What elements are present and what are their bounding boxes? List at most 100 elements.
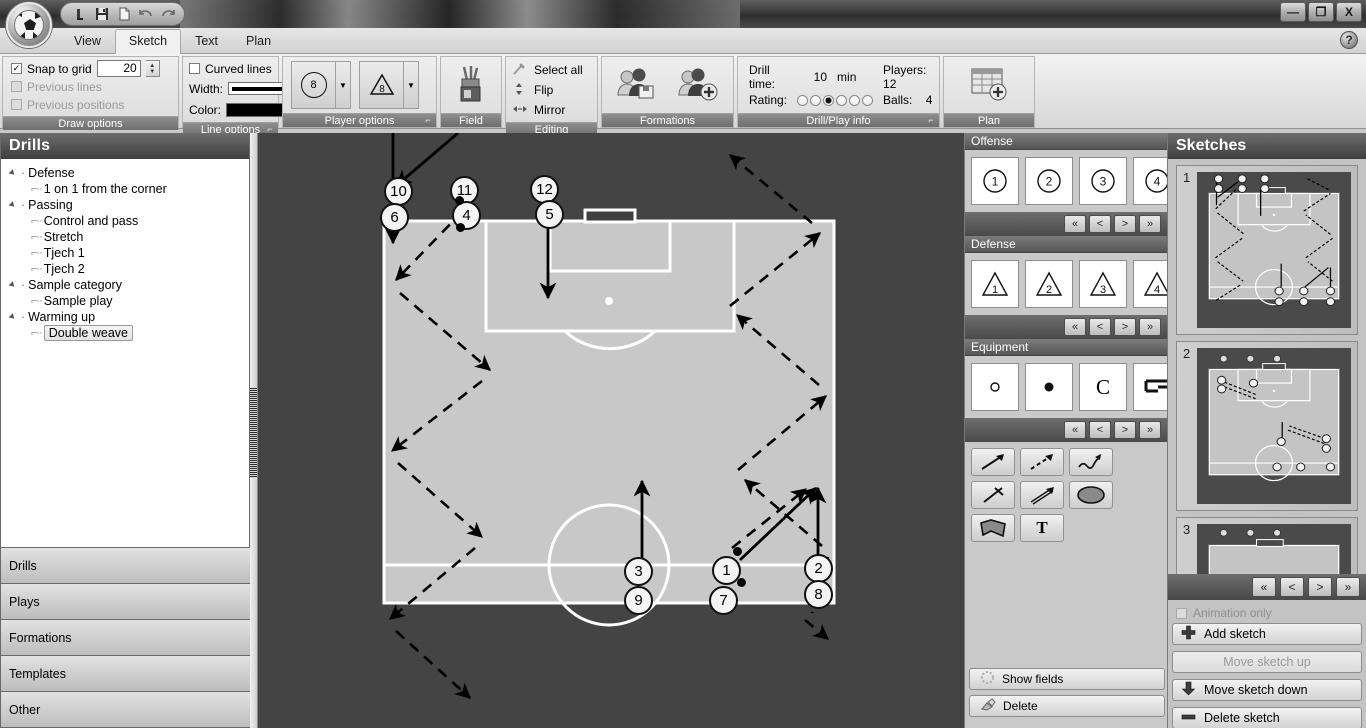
defense-tile-4[interactable]: 4 xyxy=(1133,260,1167,308)
tree-category-defense[interactable]: · Defense xyxy=(9,165,249,181)
ball-marker[interactable] xyxy=(455,196,464,205)
double-line-arrow-tool[interactable] xyxy=(1020,481,1064,509)
grid-size-spinner[interactable]: ▲ ▼ xyxy=(145,60,160,77)
rating-dot-6[interactable] xyxy=(862,94,874,106)
rating-control[interactable] xyxy=(797,94,874,106)
tab-text[interactable]: Text xyxy=(181,29,232,54)
rating-dot-1[interactable] xyxy=(797,94,809,106)
offense-tile-1[interactable]: 1 xyxy=(971,157,1019,205)
defense-player-dropdown[interactable]: ▼ xyxy=(403,61,419,109)
expander-triangle-icon[interactable] xyxy=(9,169,18,178)
player-marker-3[interactable]: 3 xyxy=(624,557,653,586)
tree-item-sample-play[interactable]: ⌐·· Sample play xyxy=(9,293,249,309)
tree-category-sample-category[interactable]: · Sample category xyxy=(9,277,249,293)
tree-item-control-and-pass[interactable]: ⌐·· Control and pass xyxy=(9,213,249,229)
equipment-next-button[interactable]: > xyxy=(1114,421,1136,439)
rating-dot-3[interactable] xyxy=(823,94,835,106)
save-icon[interactable] xyxy=(93,5,111,23)
tree-category-warming-up[interactable]: · Warming up xyxy=(9,309,249,325)
player-marker-10[interactable]: 10 xyxy=(384,177,413,206)
dashed-arrow-tool[interactable] xyxy=(1020,448,1064,476)
offense-player-button[interactable]: 8 xyxy=(291,61,335,109)
sketches-next-button[interactable]: > xyxy=(1308,577,1332,597)
close-button[interactable]: X xyxy=(1336,2,1362,22)
defense-next-button[interactable]: > xyxy=(1114,318,1136,336)
player-options-dialog-launcher[interactable]: ⌐ xyxy=(423,115,433,125)
sketch-canvas[interactable]: 10 6 11 4 12 5 3 9 1 7 2 8 xyxy=(250,133,964,728)
restore-button[interactable]: ❐ xyxy=(1308,2,1334,22)
previous-positions-checkbox[interactable] xyxy=(11,99,22,110)
animation-only-row[interactable]: Animation only xyxy=(1172,603,1362,623)
defense-prev-button[interactable]: < xyxy=(1089,318,1111,336)
show-fields-button[interactable]: Show fields xyxy=(969,668,1165,690)
add-plan-icon[interactable] xyxy=(967,64,1011,107)
bent-line-tool[interactable] xyxy=(971,481,1015,509)
straight-arrow-tool[interactable] xyxy=(971,448,1015,476)
equipment-prev-button[interactable]: < xyxy=(1089,421,1111,439)
player-marker-7[interactable]: 7 xyxy=(709,586,738,615)
grid-size-input[interactable]: 20 xyxy=(96,60,141,77)
select-all-item[interactable]: Select all xyxy=(512,60,583,79)
delete-sketch-button[interactable]: Delete sketch xyxy=(1172,707,1362,728)
open-icon[interactable] xyxy=(71,5,89,23)
equipment-first-button[interactable]: « xyxy=(1064,421,1086,439)
field-brush-icon[interactable] xyxy=(454,64,488,107)
rating-dot-2[interactable] xyxy=(810,94,822,106)
defense-tile-1[interactable]: 1 xyxy=(971,260,1019,308)
expander-triangle-icon[interactable] xyxy=(9,201,18,210)
delete-button[interactable]: Delete xyxy=(969,695,1165,717)
curved-lines-checkbox[interactable] xyxy=(189,63,200,74)
sketch-item-2[interactable]: 2 xyxy=(1176,341,1358,511)
app-menu-orb[interactable] xyxy=(6,2,52,48)
player-marker-2[interactable]: 2 xyxy=(804,554,833,583)
help-icon[interactable]: ? xyxy=(1340,31,1358,49)
drill-info-dialog-launcher[interactable]: ⌐ xyxy=(926,115,936,125)
tree-item-stretch[interactable]: ⌐·· Stretch xyxy=(9,229,249,245)
player-marker-8[interactable]: 8 xyxy=(804,580,833,609)
animation-only-checkbox[interactable] xyxy=(1176,607,1187,619)
accordion-drills[interactable]: Drills xyxy=(1,547,251,583)
flip-item[interactable]: Flip xyxy=(512,80,553,99)
player-marker-5[interactable]: 5 xyxy=(535,200,564,229)
sketch-item-1[interactable]: 1 xyxy=(1176,165,1358,335)
accordion-other[interactable]: Other xyxy=(1,691,251,727)
ball-marker[interactable] xyxy=(737,578,746,587)
tab-plan[interactable]: Plan xyxy=(232,29,285,54)
tab-view[interactable]: View xyxy=(60,29,115,54)
offense-prev-button[interactable]: < xyxy=(1089,215,1111,233)
player-marker-9[interactable]: 9 xyxy=(624,586,653,615)
equipment-tile-ball[interactable] xyxy=(1025,363,1073,411)
offense-player-dropdown[interactable]: ▼ xyxy=(335,61,351,109)
sketches-list[interactable]: 1 2 3 xyxy=(1168,159,1366,599)
wavy-arrow-tool[interactable] xyxy=(1069,448,1113,476)
defense-first-button[interactable]: « xyxy=(1064,318,1086,336)
tree-item-1-on-1-from-the-corner[interactable]: ⌐·· 1 on 1 from the corner xyxy=(9,181,249,197)
accordion-plays[interactable]: Plays xyxy=(1,583,251,619)
move-sketch-down-button[interactable]: Move sketch down xyxy=(1172,679,1362,701)
text-tool[interactable]: T xyxy=(1020,514,1064,542)
drill-time-value[interactable]: 10 xyxy=(797,70,827,84)
previous-lines-checkbox[interactable] xyxy=(11,81,22,92)
equipment-tile-c-marker[interactable]: C xyxy=(1079,363,1127,411)
defense-tile-2[interactable]: 2 xyxy=(1025,260,1073,308)
rating-dot-4[interactable] xyxy=(836,94,848,106)
add-sketch-button[interactable]: Add sketch xyxy=(1172,623,1362,645)
accordion-formations[interactable]: Formations xyxy=(1,619,251,655)
new-document-icon[interactable] xyxy=(115,5,133,23)
ellipse-tool[interactable] xyxy=(1069,481,1113,509)
player-marker-6[interactable]: 6 xyxy=(380,203,409,232)
offense-tile-2[interactable]: 2 xyxy=(1025,157,1073,205)
ball-marker[interactable] xyxy=(733,547,742,556)
equipment-tile-cone-small[interactable] xyxy=(971,363,1019,411)
tree-item-tjech-2[interactable]: ⌐·· Tjech 2 xyxy=(9,261,249,277)
tree-item-tjech-1[interactable]: ⌐·· Tjech 1 xyxy=(9,245,249,261)
add-formation-icon[interactable] xyxy=(676,65,720,106)
undo-icon[interactable] xyxy=(137,5,155,23)
defense-last-button[interactable]: » xyxy=(1139,318,1161,336)
offense-tile-3[interactable]: 3 xyxy=(1079,157,1127,205)
sketches-prev-button[interactable]: < xyxy=(1280,577,1304,597)
expander-triangle-icon[interactable] xyxy=(9,281,18,290)
equipment-last-button[interactable]: » xyxy=(1139,421,1161,439)
expander-triangle-icon[interactable] xyxy=(9,313,18,322)
move-sketch-up-button[interactable]: Move sketch up xyxy=(1172,651,1362,673)
